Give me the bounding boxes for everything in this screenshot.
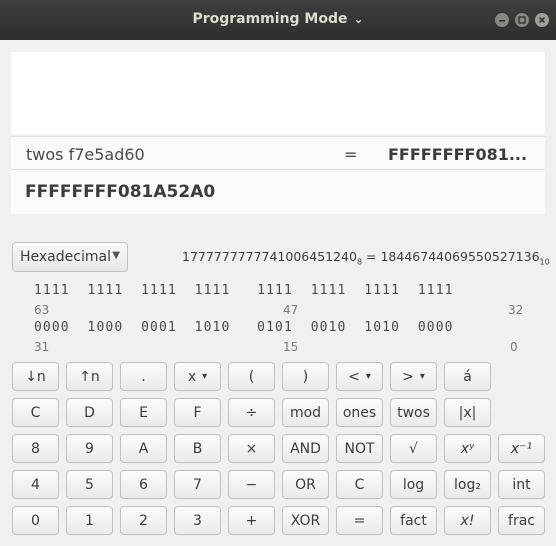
digit-5-button[interactable]: 5 — [66, 470, 113, 499]
chevron-down-icon: ▾ — [365, 371, 371, 382]
minimize-button[interactable] — [495, 13, 509, 27]
greater-than-menu-button[interactable]: > ▾ — [390, 362, 437, 391]
close-button[interactable] — [535, 13, 549, 27]
decimal-value: 18446744069550527136 — [380, 249, 540, 264]
maximize-button[interactable] — [515, 13, 529, 27]
mod-button[interactable]: mod — [282, 398, 329, 427]
equals-button[interactable]: = — [336, 506, 383, 535]
chevron-down-icon: ▾ — [202, 371, 208, 382]
history-equals: = — [344, 145, 358, 164]
digit-2-button[interactable]: 2 — [120, 506, 167, 535]
less-than-menu-button[interactable]: < ▾ — [336, 362, 383, 391]
digit-9-button[interactable]: 9 — [66, 434, 113, 463]
bits-lower[interactable]: 0000 1000 0001 1010 0101 0010 1010 0000 — [34, 320, 454, 335]
x-menu-label: x — [187, 368, 197, 385]
digit-6-button[interactable]: 6 — [120, 470, 167, 499]
chevron-down-icon: ⌄ — [353, 12, 364, 26]
divide-button[interactable]: ÷ — [228, 398, 275, 427]
hex-d-button[interactable]: D — [66, 398, 113, 427]
close-icon — [538, 16, 546, 24]
decimal-base: 10 — [539, 257, 550, 267]
history-result: FFFFFFFF081... — [388, 145, 528, 164]
not-button[interactable]: NOT — [336, 434, 383, 463]
bit-index-47: 47 — [283, 303, 299, 317]
dropdown-arrow-icon: ▼ — [112, 250, 120, 261]
greater-than-label: > — [402, 368, 414, 385]
hex-a-button[interactable]: A — [120, 434, 167, 463]
clear-button[interactable]: C — [336, 470, 383, 499]
square-root-button[interactable]: √ — [390, 434, 437, 463]
bit-index-0: 0 — [510, 340, 518, 354]
maximize-icon — [518, 16, 526, 24]
title-bar: Programming Mode ⌄ — [0, 0, 556, 40]
frac-button[interactable]: frac — [498, 506, 545, 535]
base-select[interactable]: Hexadecimal ▼ — [12, 242, 128, 272]
subtract-button[interactable]: − — [228, 470, 275, 499]
hex-f-button[interactable]: F — [174, 398, 221, 427]
int-button[interactable]: int — [498, 470, 545, 499]
add-button[interactable]: + — [228, 506, 275, 535]
digit-8-button[interactable]: 8 — [12, 434, 59, 463]
twos-complement-button[interactable]: twos — [390, 398, 437, 427]
close-paren-button[interactable]: ) — [282, 362, 329, 391]
digit-7-button[interactable]: 7 — [174, 470, 221, 499]
base-select-label: Hexadecimal — [20, 249, 111, 265]
digit-4-button[interactable]: 4 — [12, 470, 59, 499]
absolute-value-button[interactable]: |x| — [444, 398, 491, 427]
hex-b-button[interactable]: B — [174, 434, 221, 463]
digit-1-button[interactable]: 1 — [66, 506, 113, 535]
history-expression: twos f7e5ad60 — [26, 145, 145, 164]
power-button[interactable]: xʸ — [444, 434, 491, 463]
multiply-button[interactable]: × — [228, 434, 275, 463]
minimize-icon — [499, 20, 505, 22]
less-than-label: < — [348, 368, 360, 385]
ones-complement-button[interactable]: ones — [336, 398, 383, 427]
digit-0-button[interactable]: 0 — [12, 506, 59, 535]
hex-e-button[interactable]: E — [120, 398, 167, 427]
or-button[interactable]: OR — [282, 470, 329, 499]
log2-button[interactable]: log₂ — [444, 470, 491, 499]
window-title: Programming Mode — [192, 11, 348, 27]
bit-index-31: 31 — [34, 340, 50, 354]
bit-index-32: 32 — [508, 303, 524, 317]
bit-index-15: 15 — [283, 340, 299, 354]
chevron-down-icon: ▾ — [419, 371, 425, 382]
and-button[interactable]: AND — [282, 434, 329, 463]
conversion-equals: = — [362, 249, 381, 264]
octal-value: 1777777777741006451240 — [182, 249, 357, 264]
x-menu-button[interactable]: x ▾ — [174, 362, 221, 391]
history-area — [11, 52, 545, 134]
open-paren-button[interactable]: ( — [228, 362, 275, 391]
factorize-button[interactable]: fact — [390, 506, 437, 535]
base-conversion: 17777777777410064512408 = 18446744069550… — [182, 249, 550, 267]
main-display[interactable]: FFFFFFFF081A52A0 — [11, 170, 545, 214]
log-button[interactable]: log — [390, 470, 437, 499]
history-entry[interactable]: twos f7e5ad60 = FFFFFFFF081... — [11, 136, 545, 170]
window-title-menu[interactable]: Programming Mode ⌄ — [0, 11, 556, 27]
hex-c-button[interactable]: C — [12, 398, 59, 427]
shift-down-button[interactable]: ↓n — [12, 362, 59, 391]
decimal-point-button[interactable]: . — [120, 362, 167, 391]
xor-button[interactable]: XOR — [282, 506, 329, 535]
display-value: FFFFFFFF081A52A0 — [25, 182, 216, 202]
inverse-button[interactable]: x⁻¹ — [498, 434, 545, 463]
character-button[interactable]: á — [444, 362, 491, 391]
bit-index-63: 63 — [34, 303, 50, 317]
digit-3-button[interactable]: 3 — [174, 506, 221, 535]
bits-upper[interactable]: 1111 1111 1111 1111 1111 1111 1111 1111 — [34, 283, 454, 298]
shift-up-button[interactable]: ↑n — [66, 362, 113, 391]
factorial-button[interactable]: x! — [444, 506, 491, 535]
